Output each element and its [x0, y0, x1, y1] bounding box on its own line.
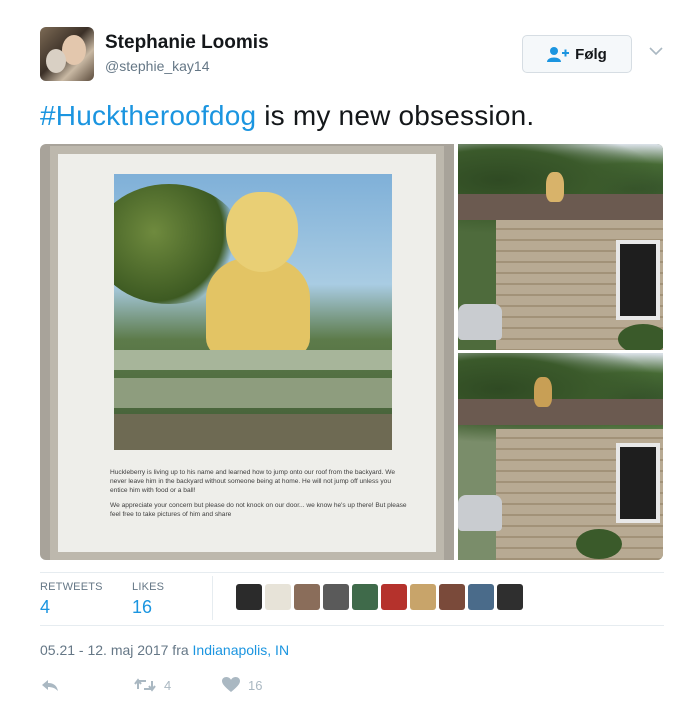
likes-label[interactable]: LIKES	[132, 581, 164, 593]
photo-car	[458, 495, 502, 531]
poster-rail	[114, 378, 392, 408]
hashtag-link[interactable]: #Hucktheroofdog	[40, 100, 256, 131]
retweets-label[interactable]: RETWEETS	[40, 581, 103, 593]
tweet-timestamp: 05.21 - 12. maj 2017 fra Indianapolis, I…	[40, 642, 289, 658]
photo-bush	[576, 529, 622, 559]
liker-avatar[interactable]	[323, 584, 349, 610]
liker-avatar[interactable]	[439, 584, 465, 610]
retweet-count: 4	[164, 677, 172, 693]
liker-avatar[interactable]	[294, 584, 320, 610]
poster-dog-body	[206, 258, 310, 358]
liker-avatar[interactable]	[265, 584, 291, 610]
avatar-dog	[46, 49, 66, 73]
poster-rail	[114, 350, 392, 370]
poster-paragraph-1: Huckleberry is living up to his name and…	[110, 469, 396, 494]
tweet-photo-roof-1[interactable]	[458, 144, 663, 350]
chevron-down-icon[interactable]	[648, 45, 664, 57]
like-count: 16	[248, 677, 263, 693]
poster-rail	[114, 414, 392, 450]
liker-avatar[interactable]	[352, 584, 378, 610]
user-name[interactable]: Stephanie Loomis	[105, 32, 269, 54]
poster-dog-photo	[114, 174, 392, 450]
poster-frame: Huckleberry is living up to his name and…	[50, 146, 444, 560]
reply-icon	[42, 680, 58, 691]
liker-avatar[interactable]	[497, 584, 523, 610]
user-handle[interactable]: @stephie_kay14	[105, 58, 210, 74]
photo-car	[458, 304, 502, 340]
photo-bush	[618, 324, 663, 350]
follow-button[interactable]: Følg	[522, 35, 632, 73]
location-link[interactable]: Indianapolis, IN	[193, 642, 290, 658]
poster-dog-head	[226, 192, 298, 272]
divider	[40, 572, 664, 573]
heart-icon	[222, 677, 240, 692]
roof-dog	[546, 172, 564, 202]
photo-window	[616, 240, 660, 320]
retweet-icon	[134, 678, 156, 692]
divider	[40, 625, 664, 626]
like-button[interactable]: 16	[222, 677, 262, 693]
tweet-text: #Hucktheroofdog is my new obsession.	[40, 100, 534, 132]
tweet-photo-poster[interactable]: Huckleberry is living up to his name and…	[40, 144, 454, 560]
poster-caption: Huckleberry is living up to his name and…	[110, 468, 410, 525]
add-user-icon	[547, 46, 570, 62]
reply-button[interactable]	[40, 677, 60, 693]
timestamp-text[interactable]: 05.21 - 12. maj 2017 fra	[40, 642, 193, 658]
likes-count[interactable]: 16	[132, 597, 152, 618]
stats-divider	[212, 576, 213, 620]
tweet-photo-roof-2[interactable]	[458, 353, 663, 560]
follow-label: Følg	[575, 45, 607, 63]
liker-avatar[interactable]	[236, 584, 262, 610]
poster-paragraph-2: We appreciate your concern but please do…	[110, 502, 407, 518]
retweet-button[interactable]: 4	[134, 677, 171, 693]
photo-window	[616, 443, 660, 523]
photo-roof	[458, 399, 663, 425]
retweets-count[interactable]: 4	[40, 597, 50, 618]
liker-avatar[interactable]	[381, 584, 407, 610]
likers-avatars	[236, 584, 523, 610]
liker-avatar[interactable]	[410, 584, 436, 610]
roof-dog	[534, 377, 552, 407]
avatar[interactable]	[40, 27, 94, 81]
tweet-body: is my new obsession.	[256, 100, 535, 131]
liker-avatar[interactable]	[468, 584, 494, 610]
